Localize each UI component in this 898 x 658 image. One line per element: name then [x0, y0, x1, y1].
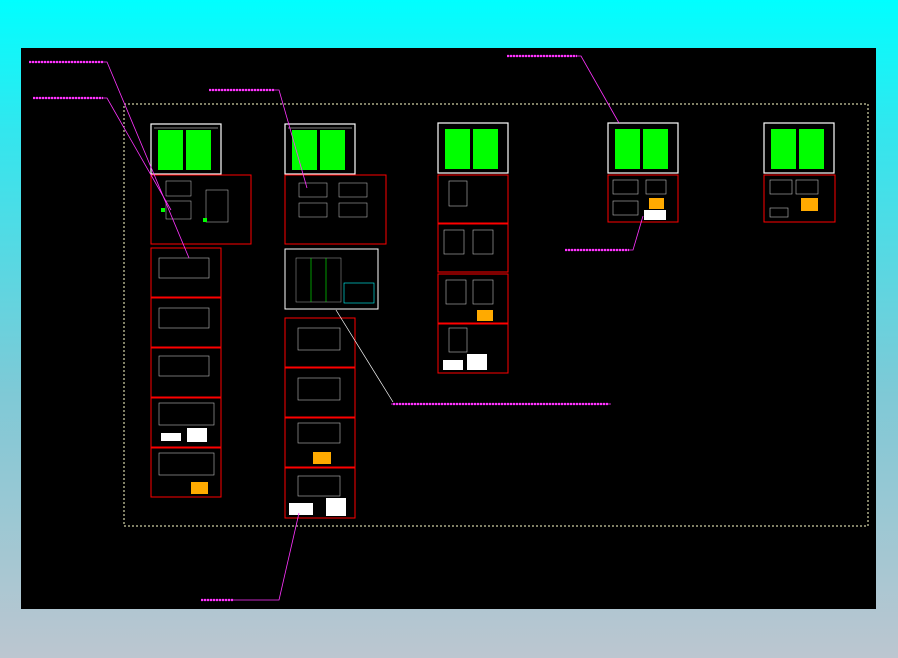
cover-sheet[interactable] [150, 123, 222, 175]
sheet-column-4[interactable] [607, 122, 679, 223]
floor-plan-sheets[interactable] [150, 247, 222, 498]
schematic-sheet[interactable] [284, 248, 379, 310]
detail-sheet-content [769, 179, 819, 218]
cover-sheet[interactable] [763, 122, 835, 174]
detail-sheet-content [612, 179, 667, 220]
cover-sheet[interactable] [607, 122, 679, 174]
sheet-column-2[interactable] [284, 123, 387, 519]
cad-viewport[interactable] [21, 48, 876, 609]
floor-plan-sheets[interactable] [437, 174, 509, 374]
floor-plan-sheets[interactable] [284, 317, 356, 519]
drawing-canvas[interactable] [21, 48, 876, 609]
schematic-leader [335, 309, 394, 403]
sheet-column-3[interactable] [437, 122, 509, 374]
cover-sheet[interactable] [437, 122, 509, 174]
floor-plan-content [158, 257, 215, 494]
detail-sheet[interactable] [763, 174, 836, 223]
detail-sheet-content [298, 182, 368, 218]
floor-plan-content [289, 327, 346, 516]
sheet-column-1[interactable] [150, 123, 252, 498]
detail-sheet[interactable] [284, 174, 387, 245]
sheet-column-5[interactable] [763, 122, 836, 223]
floor-plan-content [443, 180, 494, 370]
